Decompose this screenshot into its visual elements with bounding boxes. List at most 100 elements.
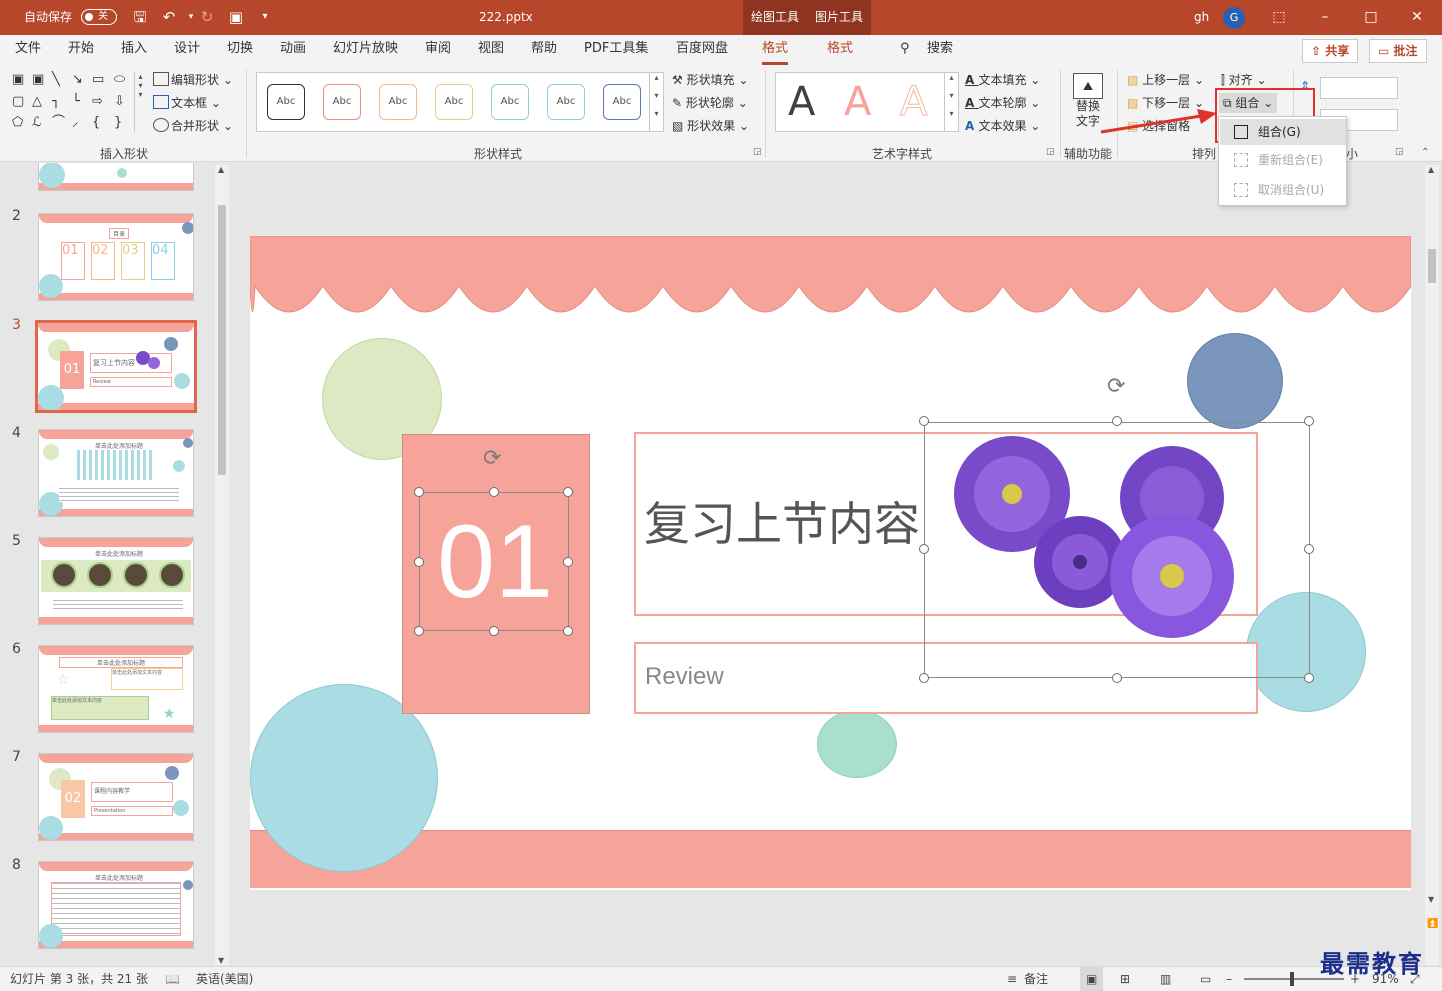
edit-shape-button[interactable]: 编辑形状 ⌄ [153, 70, 233, 90]
wordart-style-salmon[interactable]: A [844, 79, 871, 125]
shape-gallery[interactable]: ▣ ▣ ╲ ↘ ▭ ⬭ ▢ △ ┐ └ ⇨ ⇩ ⬠ ℒ ⌒ ⸝ { } [10, 72, 136, 132]
text-outline-button[interactable]: A 文本轮廓 ⌄ [965, 93, 1040, 113]
wordart-gallery[interactable]: A A A ▴ ▾ ▾ [775, 72, 959, 132]
resize-handle[interactable] [563, 557, 573, 567]
scribble-shape-icon[interactable]: ℒ [32, 115, 41, 131]
right-arrow-shape-icon[interactable]: ⇨ [92, 94, 103, 110]
resize-handle[interactable] [489, 626, 499, 636]
shape-style-gallery[interactable]: Abc Abc Abc Abc Abc Abc Abc ▴ ▾ ▾ [256, 72, 664, 132]
scroll-up-icon[interactable]: ▲ [1428, 165, 1434, 174]
shape-style-chip[interactable]: Abc [323, 84, 361, 120]
text-box-shape-icon[interactable]: ▣ [12, 72, 24, 88]
resize-handle[interactable] [489, 487, 499, 497]
close-icon[interactable]: ✕ [1394, 0, 1440, 35]
scrollbar-thumb[interactable] [1428, 249, 1436, 283]
tab-design[interactable]: 设计 [174, 35, 200, 65]
dialog-launcher-icon[interactable]: ◲ [1046, 147, 1055, 157]
merge-shapes-button[interactable]: 合并形状 ⌄ [153, 116, 233, 136]
resize-handle[interactable] [919, 544, 929, 554]
language[interactable]: 英语(美国) [196, 967, 253, 991]
minimize-icon[interactable]: – [1302, 0, 1348, 35]
normal-view-icon[interactable]: ▣ [1080, 967, 1104, 991]
oval-shape-icon[interactable]: ⬭ [114, 72, 125, 88]
bring-forward-button[interactable]: ▧ 上移一层 ⌄ [1127, 70, 1204, 90]
shape-style-chip[interactable]: Abc [267, 84, 305, 120]
dialog-launcher-icon[interactable]: ◲ [1395, 147, 1404, 157]
shape-effects-button[interactable]: ▧ 形状效果 ⌄ [672, 116, 749, 136]
shape-style-chip[interactable]: Abc [491, 84, 529, 120]
rotate-handle-icon[interactable]: ⟳ [483, 448, 501, 470]
tab-home[interactable]: 开始 [68, 35, 94, 65]
elbow-connector-shape-icon[interactable]: ┐ [52, 94, 60, 110]
dialog-launcher-icon[interactable]: ◲ [753, 147, 762, 157]
resize-handle[interactable] [919, 416, 929, 426]
slide-sorter-icon[interactable]: ⊞ [1120, 967, 1130, 991]
tab-help[interactable]: 帮助 [531, 35, 557, 65]
tab-transitions[interactable]: 切换 [227, 35, 253, 65]
arc-shape-icon[interactable]: ⌒ [52, 115, 65, 131]
tab-insert[interactable]: 插入 [121, 35, 147, 65]
customize-qat-icon[interactable]: ▾ [256, 8, 274, 26]
align-button[interactable]: ⫿ 对齐 ⌄ [1221, 70, 1267, 90]
notes-icon[interactable]: ≡ [1007, 967, 1017, 991]
wordart-style-outline[interactable]: A [899, 79, 927, 126]
save-icon[interactable]: 🖫 [131, 8, 149, 26]
scrollbar-thumb[interactable] [218, 205, 226, 475]
resize-handle[interactable] [1112, 673, 1122, 683]
slide-title[interactable]: 复习上节内容 [644, 494, 920, 554]
resize-handle[interactable] [563, 626, 573, 636]
maximize-icon[interactable]: □ [1348, 0, 1394, 35]
resize-handle[interactable] [1304, 544, 1314, 554]
menu-item-ungroup[interactable]: 取消组合(U) [1220, 177, 1346, 203]
resize-handle[interactable] [919, 673, 929, 683]
slide-thumbnail[interactable]: 单击此处添加标题 单击此处添加文本内容 单击此处添加文本内容 ☆ ★ [38, 645, 194, 733]
slide-thumbnail-selected[interactable]: 01 复习上节内容 Review [35, 320, 197, 413]
vertical-text-shape-icon[interactable]: ▣ [32, 72, 44, 88]
tab-animations[interactable]: 动画 [280, 35, 306, 65]
tab-file[interactable]: 文件 [15, 35, 41, 65]
arrow-line-shape-icon[interactable]: ↘ [72, 72, 83, 88]
slide-subtitle[interactable]: Review [645, 660, 724, 694]
scroll-down-icon[interactable]: ▼ [1428, 895, 1434, 904]
main-scrollbar[interactable]: ▲ ▼ ⏫ [1425, 165, 1439, 965]
shape-style-chip[interactable]: Abc [603, 84, 641, 120]
shape-style-chip[interactable]: Abc [435, 84, 473, 120]
search-icon[interactable]: ⚲ [900, 35, 910, 65]
resize-handle[interactable] [414, 557, 424, 567]
resize-handle[interactable] [414, 626, 424, 636]
freeform-shape-icon[interactable]: ⬠ [12, 115, 23, 131]
tab-baidu-netdisk[interactable]: 百度网盘 [676, 35, 728, 65]
comments-button[interactable]: ▭ 批注 [1369, 39, 1427, 63]
ribbon-display-icon[interactable]: ⬚ [1256, 0, 1302, 35]
zoom-out-icon[interactable]: – [1226, 967, 1232, 991]
redo-icon[interactable]: ↻ [198, 8, 216, 26]
tab-format-drawing[interactable]: 格式 [762, 35, 789, 65]
gallery-scroll[interactable]: ▴ ▾ ▾ [649, 73, 663, 131]
share-button[interactable]: ⇧ 共享 [1302, 39, 1359, 63]
slideshow-icon[interactable]: ▣ [227, 8, 245, 26]
menu-item-group[interactable]: 组合(G) [1220, 119, 1346, 145]
rectangle-shape-icon[interactable]: ▭ [92, 72, 104, 88]
reading-view-icon[interactable]: ▥ [1160, 967, 1171, 991]
context-tab-drawing[interactable]: 绘图工具 [743, 0, 807, 35]
tab-slideshow[interactable]: 幻灯片放映 [333, 35, 398, 65]
down-arrow-shape-icon[interactable]: ⇩ [114, 94, 125, 110]
height-field[interactable] [1320, 77, 1398, 99]
resize-handle[interactable] [563, 487, 573, 497]
resize-handle[interactable] [1112, 416, 1122, 426]
resize-handle[interactable] [1304, 416, 1314, 426]
brace-left-shape-icon[interactable]: { [92, 115, 100, 131]
slide-canvas[interactable]: 01 ⟳ 复习上节内容 Review ⟳ [250, 236, 1411, 890]
text-effects-button[interactable]: A 文本效果 ⌄ [965, 116, 1040, 136]
slide-thumbnail[interactable]: 单击此处添加标题 [38, 537, 194, 625]
zoom-slider-thumb[interactable] [1290, 972, 1294, 986]
context-tab-picture[interactable]: 图片工具 [807, 0, 871, 35]
triangle-shape-icon[interactable]: △ [32, 94, 42, 110]
rounded-rect-shape-icon[interactable]: ▢ [12, 94, 24, 110]
elbow-arrow-shape-icon[interactable]: └ [72, 94, 80, 110]
line-shape-icon[interactable]: ╲ [52, 72, 60, 88]
search-label[interactable]: 搜索 [927, 35, 953, 65]
shape-fill-button[interactable]: ⚒ 形状填充 ⌄ [672, 70, 748, 90]
tab-view[interactable]: 视图 [478, 35, 504, 65]
curve-shape-icon[interactable]: ⸝ [72, 115, 79, 131]
